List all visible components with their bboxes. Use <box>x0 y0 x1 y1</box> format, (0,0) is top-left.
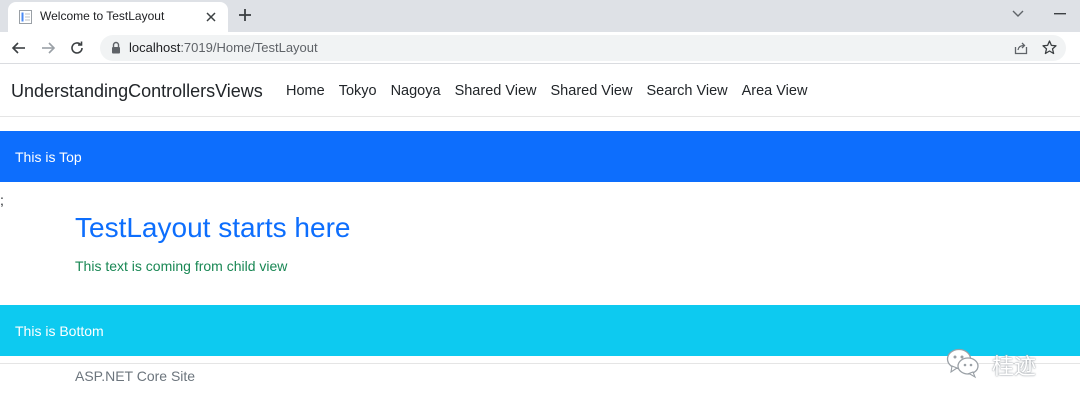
watermark-text: 桂迹 <box>992 354 1037 379</box>
nav-link-search-view[interactable]: Search View <box>646 83 727 99</box>
nav-link-home[interactable]: Home <box>286 83 325 99</box>
tab-title: Welcome to TestLayout <box>40 9 165 23</box>
bookmark-star-icon[interactable] <box>1042 40 1057 55</box>
page-favicon-icon <box>19 10 32 24</box>
back-arrow-icon[interactable] <box>11 40 27 56</box>
tab-strip: Welcome to TestLayout <box>0 0 1080 32</box>
lock-icon[interactable] <box>111 41 121 54</box>
nav-link-area-view[interactable]: Area View <box>742 83 808 99</box>
stray-character: ; <box>0 192 4 208</box>
share-icon[interactable] <box>1014 41 1028 55</box>
child-view-text: This text is coming from child view <box>75 258 288 274</box>
reload-icon[interactable] <box>69 40 85 56</box>
address-bar[interactable]: localhost:7019/Home/TestLayout <box>100 35 1066 61</box>
nav-link-shared-view[interactable]: Shared View <box>455 83 537 99</box>
top-section: This is Top <box>0 131 1080 182</box>
watermark: 桂迹 <box>946 345 1050 381</box>
bottom-section-text: This is Bottom <box>15 323 104 339</box>
footer-text: ASP.NET Core Site <box>75 368 196 384</box>
top-section-text: This is Top <box>15 149 82 165</box>
minimize-icon[interactable] <box>1054 13 1066 15</box>
url-text: localhost:7019/Home/TestLayout <box>129 40 318 55</box>
new-tab-icon[interactable] <box>238 8 252 22</box>
url-path: :7019/Home/TestLayout <box>180 40 318 55</box>
browser-tab[interactable]: Welcome to TestLayout <box>8 2 228 32</box>
forward-arrow-icon[interactable] <box>40 40 56 56</box>
site-navbar: UnderstandingControllersViews Home Tokyo… <box>0 65 1080 117</box>
url-host: localhost <box>129 40 181 55</box>
nav-link-tokyo[interactable]: Tokyo <box>339 83 377 99</box>
nav-links: Home Tokyo Nagoya Shared View Shared Vie… <box>286 83 807 99</box>
close-tab-icon[interactable] <box>204 10 218 24</box>
footer-divider <box>0 363 1080 364</box>
wechat-icon <box>946 348 979 379</box>
page-title: TestLayout starts here <box>75 212 351 243</box>
nav-link-nagoya[interactable]: Nagoya <box>391 83 441 99</box>
site-brand[interactable]: UnderstandingControllersViews <box>11 81 263 102</box>
nav-link-shared-view-2[interactable]: Shared View <box>551 83 633 99</box>
browser-toolbar: localhost:7019/Home/TestLayout <box>0 32 1080 64</box>
chevron-down-icon[interactable] <box>1012 9 1024 19</box>
bottom-section: This is Bottom <box>0 305 1080 356</box>
